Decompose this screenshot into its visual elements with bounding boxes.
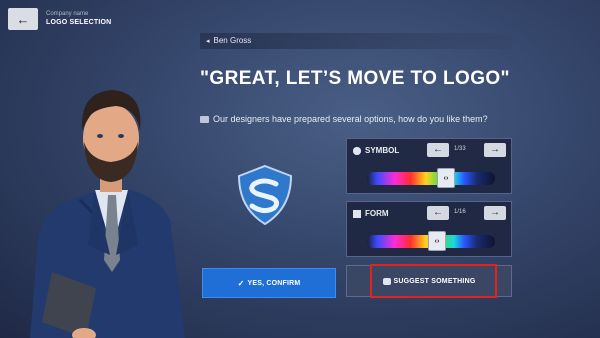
chat-icon xyxy=(200,116,209,123)
suggest-highlight-box xyxy=(370,264,497,298)
symbol-prev-button[interactable]: ← xyxy=(427,143,449,157)
symbol-slider-handle[interactable]: ‹› xyxy=(437,168,455,188)
dialog-message-text: Our designers have prepared several opti… xyxy=(213,114,488,124)
symbol-header: SYMBOL xyxy=(353,146,399,155)
arrow-left-icon: ← xyxy=(433,144,443,155)
speaker-name-bar: ◂ Ben Gross xyxy=(200,33,512,49)
form-counter: 1/16 xyxy=(454,209,466,215)
logo-preview xyxy=(237,164,293,226)
form-panel: FORM ← 1/16 → ‹› xyxy=(346,201,512,257)
symbol-next-button[interactable]: → xyxy=(484,143,506,157)
form-slider-handle[interactable]: ‹› xyxy=(428,231,446,251)
gear-icon xyxy=(353,146,361,155)
back-button[interactable]: ← xyxy=(8,8,38,30)
form-color-slider[interactable]: ‹› xyxy=(367,231,495,251)
symbol-label: SYMBOL xyxy=(365,146,400,155)
confirm-label: YES, CONFIRM xyxy=(247,279,301,287)
screen-title: LOGO SELECTION xyxy=(46,19,112,26)
symbol-color-slider[interactable]: ‹› xyxy=(367,168,495,188)
square-icon xyxy=(353,209,361,218)
arrow-right-icon: → xyxy=(490,144,500,155)
company-name-label: Company name xyxy=(46,11,89,17)
character-illustration xyxy=(30,90,185,338)
form-prev-button[interactable]: ← xyxy=(427,206,449,220)
arrow-left-icon: ← xyxy=(16,11,30,27)
chevron-left-icon: ◂ xyxy=(206,38,210,45)
check-icon: ✓ xyxy=(237,278,245,288)
form-label: FORM xyxy=(365,209,389,218)
arrow-right-icon: → xyxy=(490,207,500,218)
dialog-headline: "GREAT, LET’S MOVE TO LOGO" xyxy=(200,68,510,89)
dialog-message: Our designers have prepared several opti… xyxy=(200,114,540,124)
form-next-button[interactable]: → xyxy=(484,206,506,220)
confirm-button[interactable]: ✓ YES, CONFIRM xyxy=(202,268,336,298)
arrow-left-icon: ← xyxy=(433,207,443,218)
symbol-panel: SYMBOL ← 1/33 → ‹› xyxy=(346,138,512,194)
form-header: FORM xyxy=(353,209,389,218)
symbol-counter: 1/33 xyxy=(454,146,466,152)
speaker-name: Ben Gross xyxy=(213,36,252,45)
